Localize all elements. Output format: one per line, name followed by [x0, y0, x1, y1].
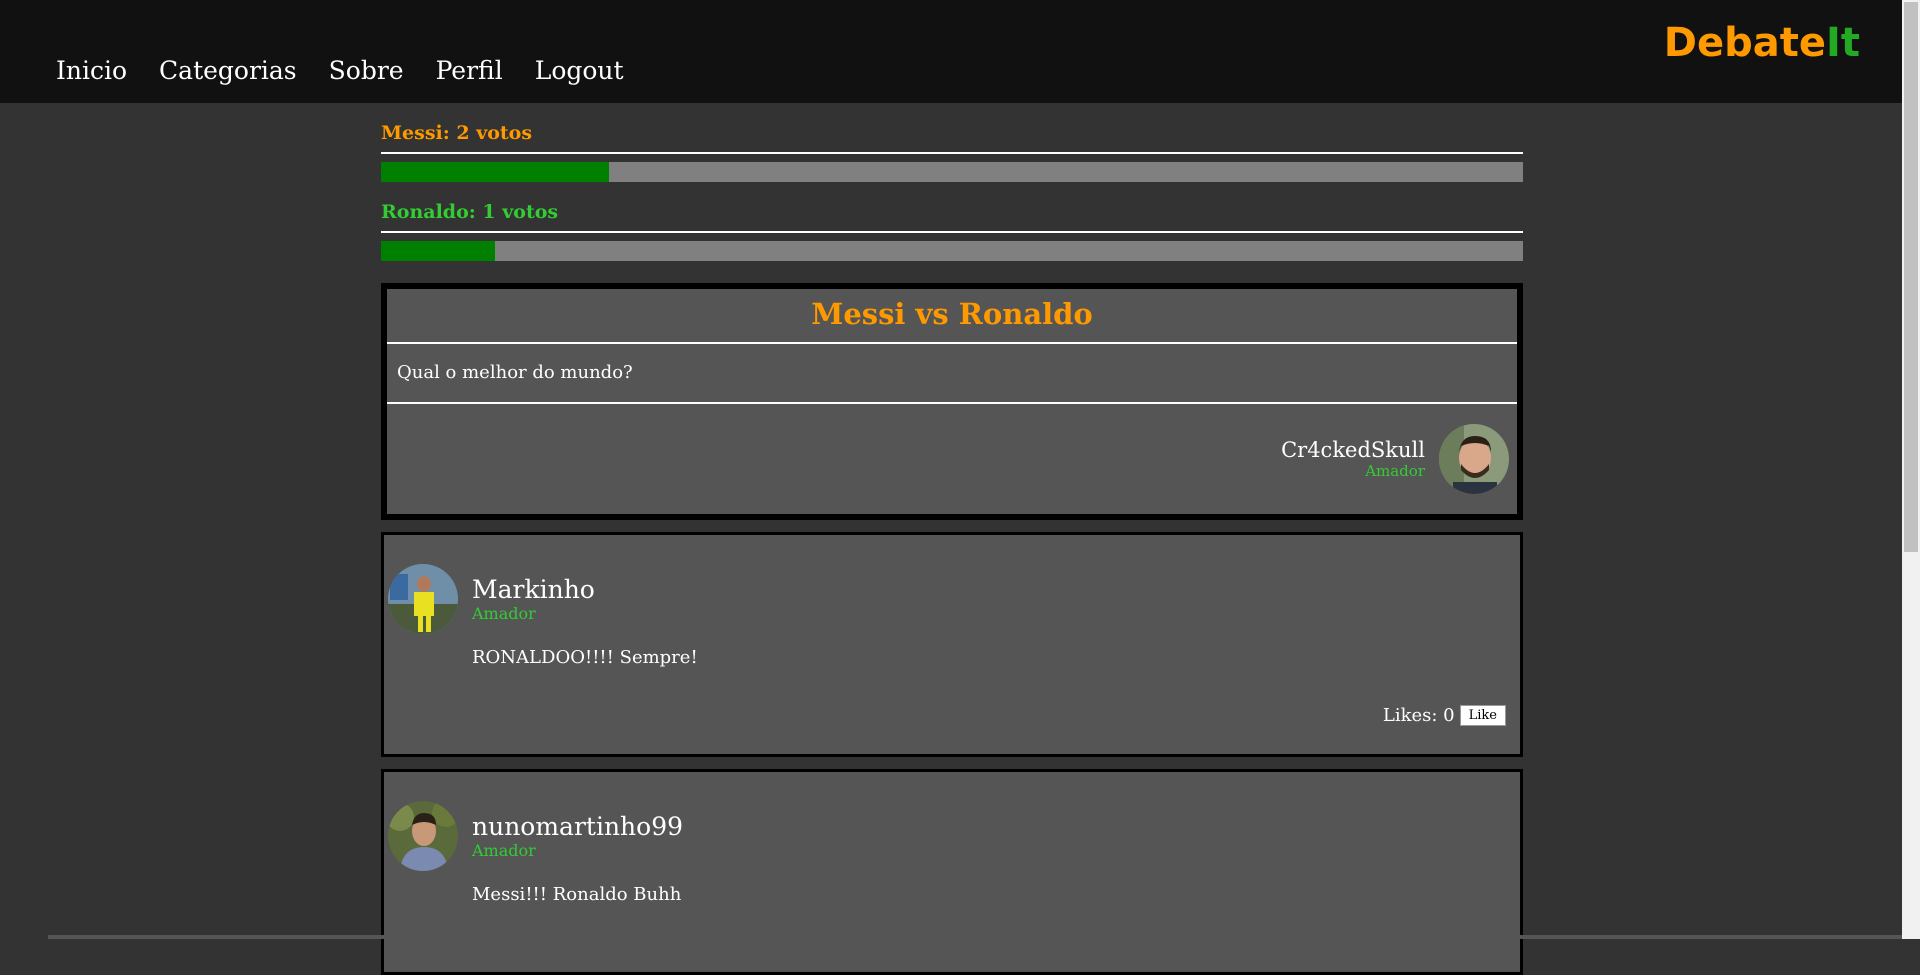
- comment-user: nunomartinho99 Amador: [472, 812, 683, 860]
- comment-avatar[interactable]: [388, 564, 458, 634]
- debate-card: Messi vs Ronaldo Qual o melhor do mundo?…: [381, 283, 1523, 520]
- comment-username[interactable]: Markinho: [472, 575, 595, 605]
- nav-link-categorias[interactable]: Categorias: [159, 56, 297, 85]
- vote-bar-ronaldo: [381, 241, 1523, 261]
- nav-link-perfil[interactable]: Perfil: [436, 56, 503, 85]
- scrollbar-thumb[interactable]: [1904, 2, 1918, 552]
- comment-card: Markinho Amador RONALDOO!!!! Sempre! Lik…: [381, 532, 1523, 757]
- vote-label-ronaldo: Ronaldo: 1 votos: [381, 201, 1523, 233]
- debate-question: Qual o melhor do mundo?: [387, 344, 1517, 404]
- debate-author[interactable]: Cr4ckedSkull Amador: [1281, 424, 1509, 494]
- comment-header: Markinho Amador: [388, 564, 595, 634]
- bottom-strip: [48, 935, 1902, 939]
- vote-label-messi: Messi: 2 votos: [381, 122, 1523, 154]
- navbar: Inicio Categorias Sobre Perfil Logout De…: [0, 0, 1902, 103]
- nav-link-sobre[interactable]: Sobre: [329, 56, 404, 85]
- debate-title: Messi vs Ronaldo: [387, 289, 1517, 344]
- comment-rank: Amador: [472, 841, 536, 860]
- scrollbar[interactable]: [1902, 0, 1920, 939]
- brand-it: It: [1825, 20, 1860, 66]
- comment-username[interactable]: nunomartinho99: [472, 812, 683, 842]
- comment-text: RONALDOO!!!! Sempre!: [472, 647, 698, 668]
- nav-link-inicio[interactable]: Inicio: [56, 56, 127, 85]
- like-button[interactable]: Like: [1459, 705, 1506, 726]
- comment-header: nunomartinho99 Amador: [388, 801, 683, 871]
- brand-debate: Debate: [1663, 20, 1826, 66]
- vote-fill-ronaldo: [381, 241, 496, 261]
- author-avatar[interactable]: [1439, 424, 1509, 494]
- comment-text: Messi!!! Ronaldo Buhh: [472, 884, 682, 905]
- comment-user: Markinho Amador: [472, 575, 595, 623]
- vote-fill-messi: [381, 162, 610, 182]
- likes-count: Likes: 0: [1382, 705, 1455, 726]
- author-name[interactable]: Cr4ckedSkull: [1281, 438, 1425, 462]
- author-rank: Amador: [1365, 462, 1425, 480]
- brand-logo[interactable]: DebateIt: [1664, 20, 1860, 66]
- vote-bar-messi: [381, 162, 1523, 182]
- comment-card: nunomartinho99 Amador Messi!!! Ronaldo B…: [381, 769, 1523, 975]
- nav-link-logout[interactable]: Logout: [535, 56, 624, 85]
- comment-avatar[interactable]: [388, 801, 458, 871]
- main-content: Messi: 2 votos Ronaldo: 1 votos Messi vs…: [381, 103, 1523, 975]
- comment-rank: Amador: [472, 604, 536, 623]
- likes-area: Likes: 0 Like: [1383, 705, 1506, 726]
- author-text: Cr4ckedSkull Amador: [1281, 438, 1425, 480]
- nav-links: Inicio Categorias Sobre Perfil Logout: [56, 56, 656, 85]
